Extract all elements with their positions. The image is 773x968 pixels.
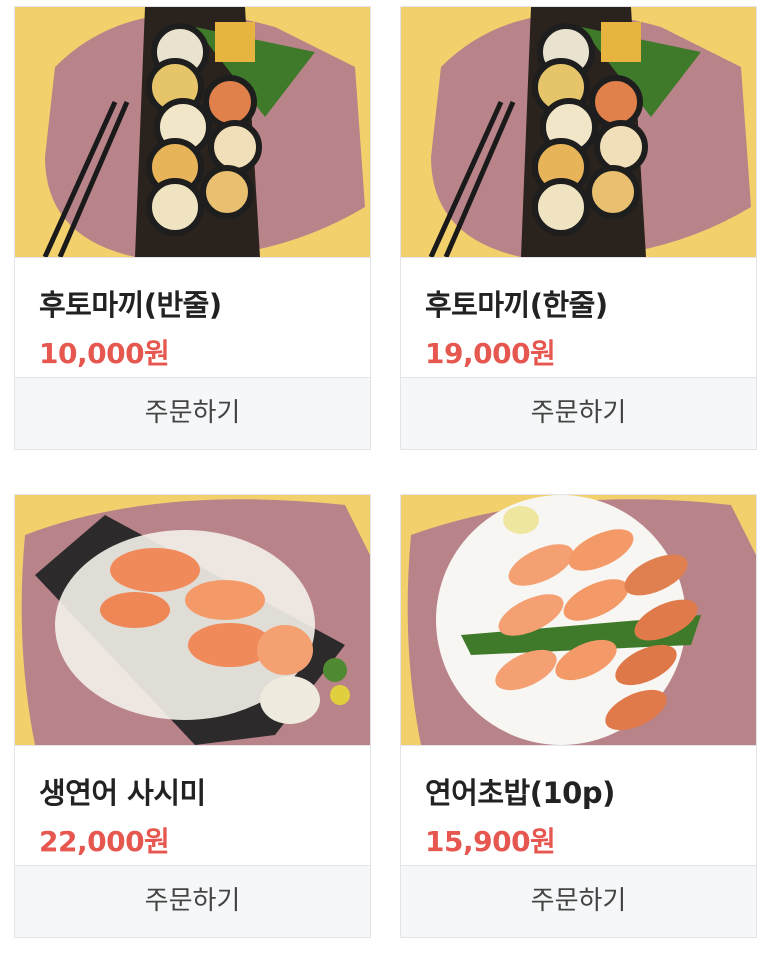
- product-name: 연어초밥(10p): [425, 776, 615, 810]
- product-card[interactable]: 연어초밥(10p) 15,900원 주문하기: [400, 494, 757, 938]
- order-button[interactable]: 주문하기: [15, 865, 370, 937]
- product-info: 후토마끼(한줄) 19,000원: [401, 257, 756, 385]
- futomaki-half-photo: [15, 7, 370, 257]
- product-card[interactable]: 후토마끼(한줄) 19,000원 주문하기: [400, 6, 757, 450]
- product-info: 생연어 사시미 22,000원: [15, 745, 370, 873]
- salmon-sushi-photo: [401, 495, 756, 745]
- product-name: 생연어 사시미: [39, 776, 206, 810]
- product-name: 후토마끼(한줄): [425, 288, 608, 322]
- order-button[interactable]: 주문하기: [401, 377, 756, 449]
- order-button[interactable]: 주문하기: [401, 865, 756, 937]
- futomaki-full-photo: [401, 7, 756, 257]
- product-info: 연어초밥(10p) 15,900원: [401, 745, 756, 873]
- product-price: 19,000원: [425, 337, 556, 370]
- product-card[interactable]: 생연어 사시미 22,000원 주문하기: [14, 494, 371, 938]
- product-price: 22,000원: [39, 825, 170, 858]
- product-price: 10,000원: [39, 337, 170, 370]
- product-card[interactable]: 후토마끼(반줄) 10,000원 주문하기: [14, 6, 371, 450]
- order-button[interactable]: 주문하기: [15, 377, 370, 449]
- product-price: 15,900원: [425, 825, 556, 858]
- product-info: 후토마끼(반줄) 10,000원: [15, 257, 370, 385]
- salmon-sashimi-photo: [15, 495, 370, 745]
- product-name: 후토마끼(반줄): [39, 288, 222, 322]
